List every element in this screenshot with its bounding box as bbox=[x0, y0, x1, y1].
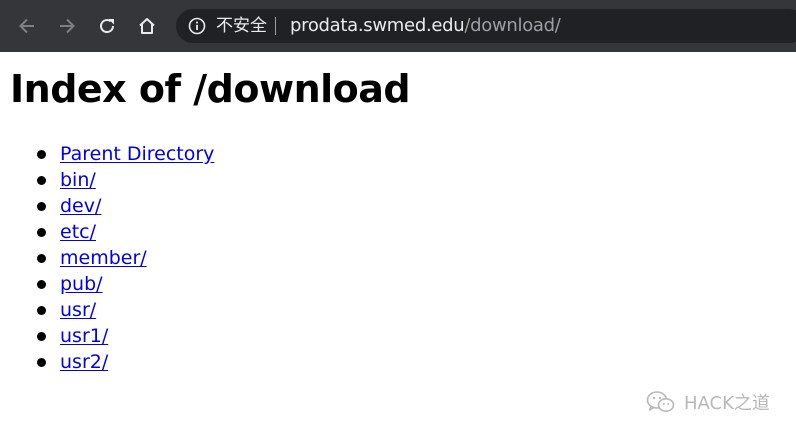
watermark: HACK之道 bbox=[646, 389, 770, 415]
parent-directory-link[interactable]: Parent Directory bbox=[60, 143, 214, 165]
address-bar[interactable]: 不安全 prodata.swmed.edu/download/ bbox=[176, 9, 796, 43]
reload-icon bbox=[100, 19, 115, 34]
page-title: Index of /download bbox=[10, 67, 411, 111]
list-item: usr/ bbox=[0, 297, 214, 323]
url-separator bbox=[275, 17, 276, 35]
arrow-right-icon bbox=[60, 18, 75, 34]
url-host: prodata.swmed.edu bbox=[290, 15, 465, 36]
reload-button[interactable] bbox=[91, 10, 123, 42]
directory-link-dev[interactable]: dev/ bbox=[60, 195, 101, 217]
url-text[interactable]: prodata.swmed.edu/download/ bbox=[290, 15, 561, 37]
wechat-icon bbox=[646, 391, 675, 412]
list-item: etc/ bbox=[0, 219, 214, 245]
browser-toolbar: 不安全 prodata.swmed.edu/download/ bbox=[0, 0, 796, 52]
list-item: member/ bbox=[0, 245, 214, 271]
bullet bbox=[37, 202, 46, 211]
directory-link-bin[interactable]: bin/ bbox=[60, 169, 96, 191]
page-content: Index of /download Parent Directory bin/… bbox=[0, 52, 796, 436]
bullet bbox=[37, 228, 46, 237]
list-item: Parent Directory bbox=[0, 141, 214, 167]
directory-link-usr[interactable]: usr/ bbox=[60, 299, 96, 321]
home-icon bbox=[139, 18, 155, 34]
url-path: /download/ bbox=[464, 15, 561, 36]
directory-link-pub[interactable]: pub/ bbox=[60, 273, 103, 295]
home-button[interactable] bbox=[131, 10, 163, 42]
watermark-text: HACK之道 bbox=[684, 393, 770, 414]
bullet bbox=[37, 306, 46, 315]
security-status-label[interactable]: 不安全 bbox=[216, 15, 267, 37]
list-item: bin/ bbox=[0, 167, 214, 193]
bullet bbox=[37, 150, 46, 159]
list-item: usr2/ bbox=[0, 349, 214, 375]
list-item: pub/ bbox=[0, 271, 214, 297]
list-item: dev/ bbox=[0, 193, 214, 219]
directory-link-usr2[interactable]: usr2/ bbox=[60, 351, 108, 373]
bullet bbox=[37, 280, 46, 289]
bullet bbox=[37, 332, 46, 341]
directory-listing: Parent Directory bin/ dev/ etc/ member/ … bbox=[0, 141, 214, 375]
bullet bbox=[37, 254, 46, 263]
directory-link-etc[interactable]: etc/ bbox=[60, 221, 96, 243]
forward-button[interactable] bbox=[51, 10, 83, 42]
back-button[interactable] bbox=[11, 10, 43, 42]
directory-link-member[interactable]: member/ bbox=[60, 247, 147, 269]
arrow-left-icon bbox=[19, 18, 34, 34]
bullet bbox=[37, 176, 46, 185]
list-item: usr1/ bbox=[0, 323, 214, 349]
directory-link-usr1[interactable]: usr1/ bbox=[60, 325, 108, 347]
info-circle-icon[interactable] bbox=[188, 17, 206, 35]
bullet bbox=[37, 358, 46, 367]
